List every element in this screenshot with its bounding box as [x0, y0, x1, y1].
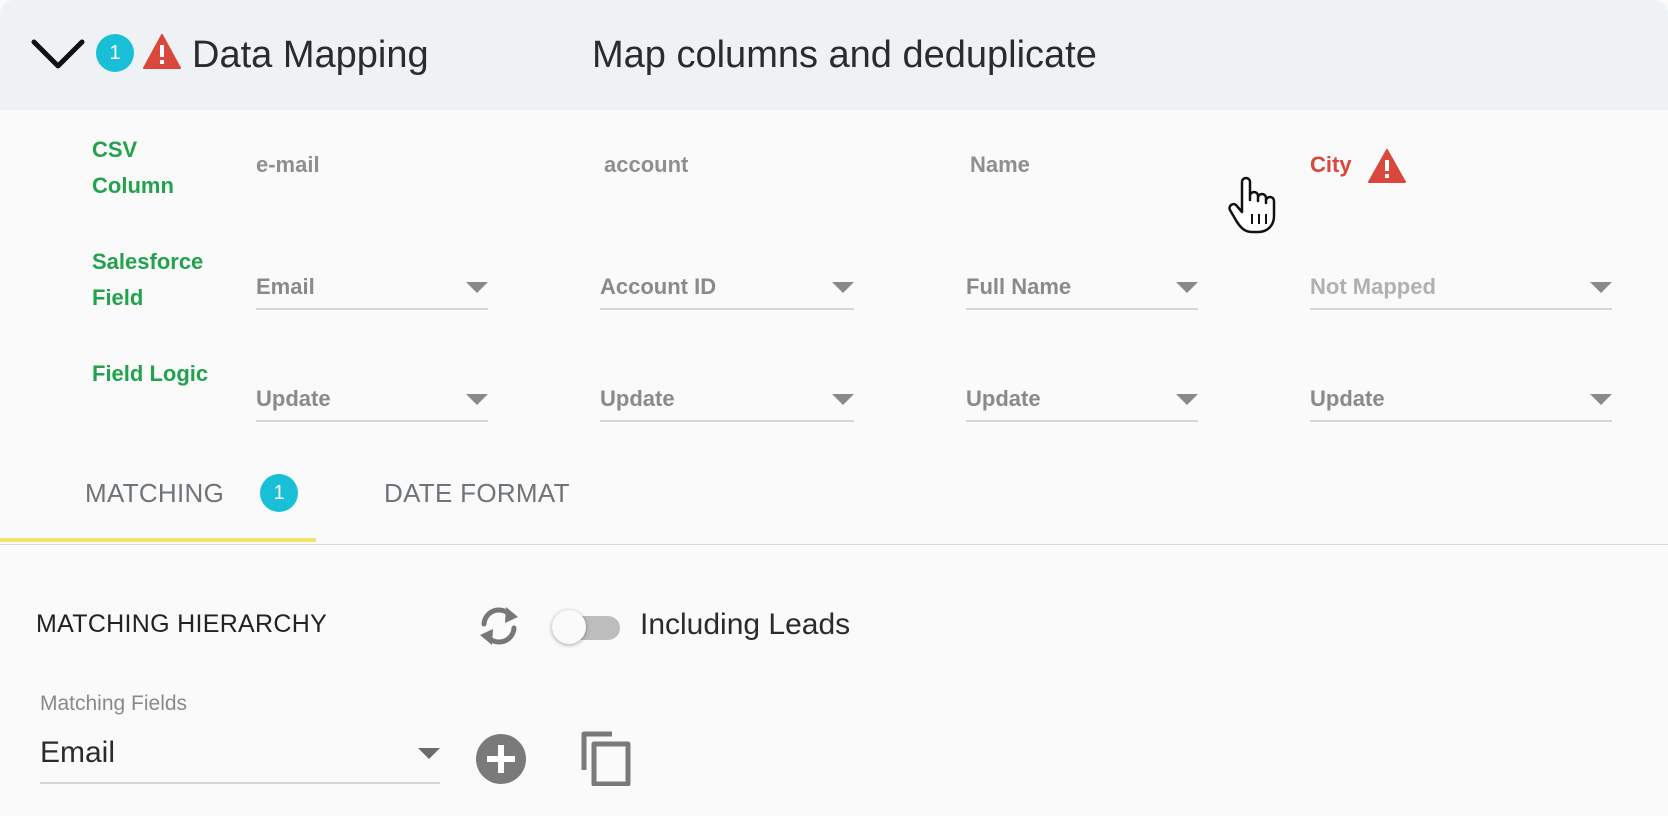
dropdown-arrow-icon [1590, 282, 1612, 293]
select-value: Update [966, 386, 1041, 411]
select-value: Update [256, 386, 331, 411]
tab-divider [0, 544, 1668, 545]
copy-icon[interactable] [580, 730, 632, 786]
dropdown-arrow-icon [466, 394, 488, 405]
select-value: Not Mapped [1310, 274, 1436, 299]
dropdown-arrow-icon [466, 282, 488, 293]
salesforce-field-select[interactable]: Email [256, 268, 488, 310]
including-leads-toggle[interactable] [552, 610, 624, 644]
salesforce-field-select[interactable]: Full Name [966, 268, 1198, 310]
hand-cursor-icon [1228, 176, 1276, 234]
active-tab-indicator [0, 538, 316, 542]
row-label-csv-column: CSV Column [92, 137, 174, 198]
dropdown-arrow-icon [1176, 282, 1198, 293]
tab-matching[interactable]: MATCHING [85, 478, 224, 509]
row-label-field-logic: Field Logic [92, 361, 209, 386]
warning-icon [1368, 149, 1406, 183]
matching-fields-label: Matching Fields [40, 692, 188, 715]
field-logic-select[interactable]: Update [256, 380, 488, 422]
issue-count-badge: 1 [96, 34, 134, 72]
csv-column-name: Name [970, 152, 1030, 177]
tab-date-format[interactable]: DATE FORMAT [384, 478, 570, 509]
select-value: Update [1310, 386, 1385, 411]
toggle-thumb [552, 610, 586, 644]
data-mapping-panel: 1 Data Mapping Map columns and deduplica… [0, 0, 1668, 816]
dropdown-arrow-icon [1176, 394, 1198, 405]
select-value: Full Name [966, 274, 1072, 299]
dropdown-arrow-icon [418, 748, 440, 759]
field-logic-select[interactable]: Update [1310, 380, 1612, 422]
section-title: MATCHING HIERARCHY [36, 610, 328, 638]
dropdown-arrow-icon [1590, 394, 1612, 405]
field-logic-select[interactable]: Update [966, 380, 1198, 422]
warning-icon [143, 34, 181, 69]
toggle-label: Including Leads [640, 608, 851, 641]
row-label-salesforce-field: Salesforce Field [92, 249, 204, 310]
field-logic-select[interactable]: Update [600, 380, 854, 422]
matching-fields-select[interactable]: Email [40, 730, 440, 784]
chevron-down-icon[interactable] [30, 34, 86, 74]
tab-badge: 1 [260, 474, 298, 512]
dropdown-arrow-icon [832, 282, 854, 293]
salesforce-field-select[interactable]: Account ID [600, 268, 854, 310]
dropdown-arrow-icon [832, 394, 854, 405]
select-value: Email [40, 736, 116, 769]
csv-column-name: account [604, 152, 689, 177]
refresh-icon[interactable] [476, 603, 522, 649]
select-value: Email [256, 274, 315, 299]
add-circle-icon[interactable] [476, 734, 526, 784]
salesforce-field-select[interactable]: Not Mapped [1310, 268, 1612, 310]
csv-column-name: e-mail [256, 152, 320, 177]
select-value: Update [600, 386, 675, 411]
csv-column-name-error: City [1310, 152, 1352, 177]
panel-subtitle: Map columns and deduplicate [592, 34, 1097, 76]
panel-title: Data Mapping [192, 34, 429, 76]
select-value: Account ID [600, 274, 717, 299]
